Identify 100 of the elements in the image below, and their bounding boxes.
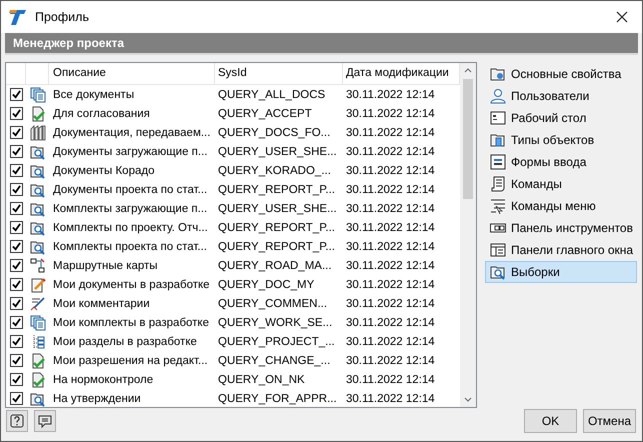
close-icon[interactable] [616,11,628,23]
dialog-button[interactable]: Отмена [583,408,636,432]
table-cell-text: QUERY_COMMEN... [217,298,328,310]
table-cell-text: Мои комментарии [52,298,151,310]
sidebar-item[interactable]: Типы объектов [485,129,637,151]
query-icon [30,200,46,216]
scroll-icon [490,176,506,192]
table-cell-text: Мои комплекты в разработке [52,316,210,328]
checkbox[interactable] [10,107,22,120]
checkbox[interactable] [10,297,22,310]
table-cell-text: Документы проекта по стат... [52,184,208,196]
checkbox[interactable] [10,278,22,291]
column-header[interactable]: Описание [49,63,215,84]
table-cell-text: QUERY_USER_SHE... [217,146,338,158]
checkbox[interactable] [10,392,22,405]
table-cell-text: Комплекты загружающие п... [52,202,208,214]
table-cell-text: QUERY_USER_SHE... [217,202,338,214]
table-cell-text: QUERY_ROAD_MA... [217,260,333,272]
menu-cursor-icon [490,198,506,214]
checkbox[interactable] [10,164,22,177]
table-cell-text: 30.11.2022 12:14 [345,222,436,234]
scrollbar-thumb[interactable] [463,79,473,199]
table-cell-text: 30.11.2022 12:14 [345,374,436,386]
table-cell-text: QUERY_REPORT_P... [217,222,336,234]
table-cell-text: QUERY_KORADO_... [217,164,332,176]
table-cell-text: QUERY_REPORT_P... [217,184,336,196]
table-cell-text: 30.11.2022 12:14 [345,336,436,348]
table-cell-text: 30.11.2022 12:14 [345,164,436,176]
checkbox[interactable] [10,183,22,196]
table-cell-text: Для согласования [52,108,151,120]
table-cell-text: На утверждении [52,392,142,404]
scroll-up-icon[interactable] [464,67,472,73]
app-logo-icon [9,8,27,26]
table-cell-text: 30.11.2022 12:14 [345,240,436,252]
table-cell-text: 30.11.2022 12:14 [345,146,436,158]
table-cell-text: Документы загружающие п... [52,146,208,158]
checkbox[interactable] [10,259,22,272]
scroll-down-icon[interactable] [464,397,472,403]
table-cell-text: Документация, передаваем... [52,126,212,138]
document-check-icon [30,106,46,122]
documents-icon [30,314,46,330]
table-cell-text: QUERY_FOR_APPR... [217,392,338,404]
table-cell-text: QUERY_ON_NK [217,374,306,386]
sidebar-item[interactable]: Панель инструментов [485,217,637,239]
folder-document-icon [490,132,506,148]
table-cell-text: 30.11.2022 12:14 [345,202,436,214]
checkbox[interactable] [10,316,22,329]
table-cell-text: 30.11.2022 12:14 [345,184,436,196]
table-cell-text: QUERY_CHANGE_... [217,354,332,366]
route-diagram-icon [30,258,46,274]
query-icon [30,220,46,236]
comment-pen-icon [30,296,46,312]
scrollbar[interactable] [460,63,476,407]
checkbox[interactable] [10,145,22,158]
sidebar-item[interactable]: Выборки [485,261,637,283]
checkbox[interactable] [10,240,22,253]
checkbox[interactable] [10,202,22,215]
table-cell-text: 30.11.2022 12:14 [345,298,436,310]
user-icon [490,88,506,104]
sidebar-item[interactable]: Панели главного окна [485,239,637,261]
table-cell-text: Мои разделы в разработке [52,336,198,348]
document-check-icon [30,372,46,388]
document-pencil-icon [30,276,46,292]
checkbox[interactable] [10,221,22,234]
table-cell-text: На нормоконтроле [52,374,154,386]
sidebar-item[interactable]: Команды [485,173,637,195]
help-button[interactable] [6,410,28,432]
sidebar-item[interactable]: Пользователи [485,85,637,107]
checkbox[interactable] [10,373,22,386]
folder-search-icon [490,264,506,280]
column-header[interactable]: SysId [215,63,343,84]
table-cell-text: 30.11.2022 12:14 [345,108,436,120]
table-cell-text: QUERY_ALL_DOCS [217,88,326,100]
comment-button[interactable] [34,410,56,432]
binders-icon [30,124,46,140]
sidebar-item[interactable]: Рабочий стол [485,107,637,129]
sidebar-item[interactable]: Основные свойства [485,63,637,85]
table-cell-text: Все документы [52,88,136,100]
sidebar-item[interactable]: Формы ввода [485,151,637,173]
help-icon [10,414,24,428]
comment-icon [38,414,52,428]
checkbox[interactable] [10,354,22,367]
window-title: Профиль [35,10,89,24]
checkbox[interactable] [10,88,22,101]
panels-icon [490,242,506,258]
documents-icon [30,86,46,102]
sidebar-item[interactable]: Команды меню [485,195,637,217]
query-icon [30,144,46,160]
table-cell-text: 30.11.2022 12:14 [345,126,436,138]
table-cell-text: Мои документы в разработке [52,278,211,290]
form-icon [490,154,506,170]
checkbox[interactable] [10,335,22,348]
query-icon [30,182,46,198]
folder-gear-icon [490,66,506,82]
dialog-button[interactable]: OK [524,408,577,432]
section-header: Менеджер проекта [5,33,638,55]
table-cell-text: QUERY_WORK_SE... [217,316,334,328]
table-cell-text: 30.11.2022 12:14 [345,278,436,290]
table-cell-text: Комплекты по проекту. Отч... [52,222,209,234]
checkbox[interactable] [10,126,22,139]
